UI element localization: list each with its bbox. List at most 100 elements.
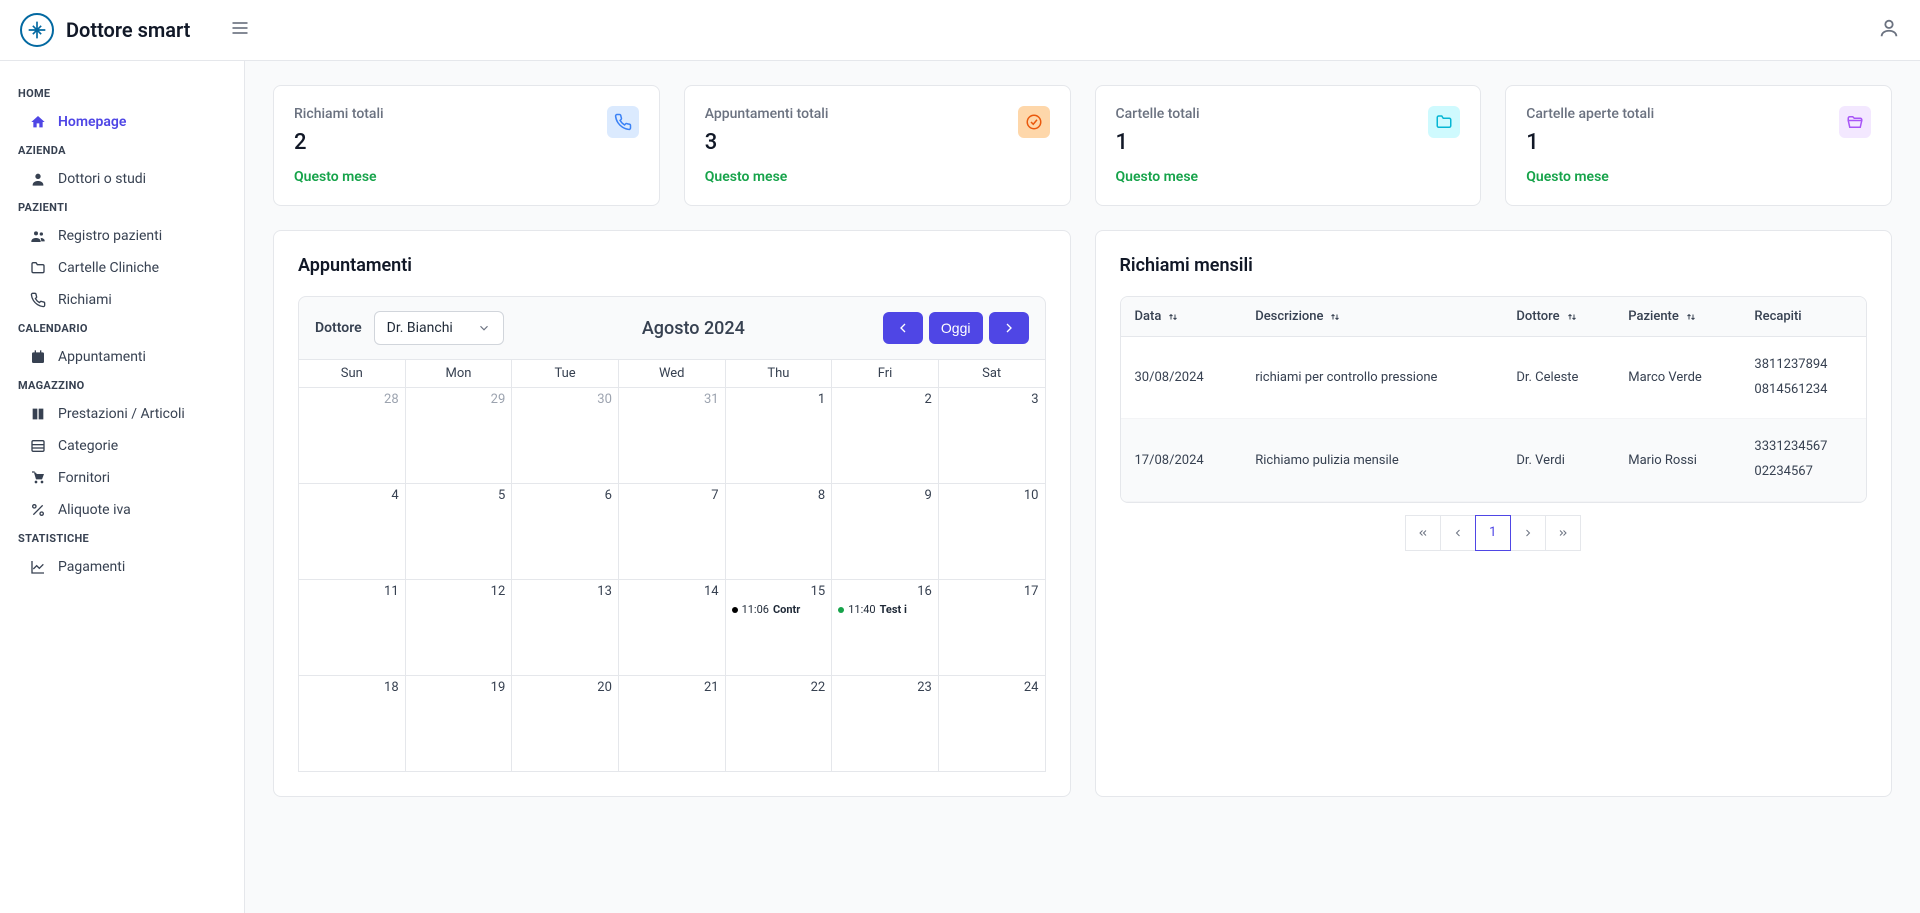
- phone-icon: [607, 106, 639, 138]
- calendar-date: 18: [305, 680, 399, 695]
- sidebar-item[interactable]: Registro pazienti: [0, 220, 244, 252]
- calendar-cell[interactable]: 1611:40 Test i: [832, 580, 939, 676]
- table-header-label: Paziente: [1628, 309, 1679, 324]
- cell-doc: Dr. Verdi: [1502, 419, 1614, 501]
- page-number-button[interactable]: 1: [1475, 515, 1511, 551]
- event-time: 11:40: [848, 603, 875, 616]
- calendar-cell[interactable]: 11: [299, 580, 406, 676]
- sidebar-item-label: Aliquote iva: [58, 502, 131, 518]
- calendar-cell[interactable]: 9: [832, 484, 939, 580]
- calendar-date: 11: [305, 584, 399, 599]
- calendar-cell[interactable]: 12: [406, 580, 513, 676]
- check-icon: [1018, 106, 1050, 138]
- event-title: Contr: [773, 603, 800, 616]
- table-header[interactable]: Descrizione: [1241, 297, 1502, 337]
- calendar-cell[interactable]: 7: [619, 484, 726, 580]
- calendar-event[interactable]: 11:06 Contr: [732, 603, 826, 616]
- calendar-cell[interactable]: 1: [726, 388, 833, 484]
- calendar-cell[interactable]: 22: [726, 676, 833, 772]
- cell-pat: Marco Verde: [1614, 337, 1740, 419]
- chevron-right-icon: [1001, 320, 1017, 336]
- calendar-date: 22: [732, 680, 826, 695]
- sidebar-section-title: PAZIENTI: [0, 195, 244, 220]
- calendar-cell[interactable]: 8: [726, 484, 833, 580]
- page-last-button[interactable]: [1545, 515, 1581, 551]
- sidebar-item-label: Prestazioni / Articoli: [58, 406, 185, 422]
- sidebar-item[interactable]: Prestazioni / Articoli: [0, 398, 244, 430]
- calendar-prev-button[interactable]: [883, 312, 923, 344]
- sort-icon: [1566, 311, 1578, 323]
- cell-desc: Richiamo pulizia mensile: [1241, 419, 1502, 501]
- sidebar-item-label: Fornitori: [58, 470, 110, 486]
- sidebar-section-title: HOME: [0, 81, 244, 106]
- calendar-cell[interactable]: 30: [512, 388, 619, 484]
- calendar-cell[interactable]: 24: [939, 676, 1046, 772]
- calendar-cell[interactable]: 2: [832, 388, 939, 484]
- appointments-title: Appuntamenti: [298, 255, 1046, 276]
- calendar-date: 19: [412, 680, 506, 695]
- menu-toggle-icon[interactable]: [230, 18, 250, 42]
- calendar-cell[interactable]: 14: [619, 580, 726, 676]
- calendar-cell[interactable]: 20: [512, 676, 619, 772]
- recalls-title: Richiami mensili: [1120, 255, 1868, 276]
- calendar-event[interactable]: 11:40 Test i: [838, 603, 932, 616]
- page-first-button[interactable]: [1405, 515, 1441, 551]
- sidebar-item[interactable]: Richiami: [0, 284, 244, 316]
- table-row: 17/08/2024 Richiamo pulizia mensile Dr. …: [1121, 419, 1867, 501]
- brand-logo-icon: [20, 13, 54, 47]
- calendar-weekday: Mon: [406, 360, 513, 388]
- calendar-cell[interactable]: 6: [512, 484, 619, 580]
- sidebar-item-label: Categorie: [58, 438, 118, 454]
- app-header: Dottore smart: [0, 0, 1920, 61]
- sidebar: HOMEHomepageAZIENDADottori o studiPAZIEN…: [0, 61, 245, 913]
- sidebar-item-label: Registro pazienti: [58, 228, 162, 244]
- chevron-left-icon: [895, 320, 911, 336]
- sidebar-item[interactable]: Categorie: [0, 430, 244, 462]
- calendar-cell[interactable]: 5: [406, 484, 513, 580]
- table-header[interactable]: Paziente: [1614, 297, 1740, 337]
- calendar-date: 5: [412, 488, 506, 503]
- calendar-cell[interactable]: 23: [832, 676, 939, 772]
- page-prev-button[interactable]: [1440, 515, 1476, 551]
- calendar-date: 9: [838, 488, 932, 503]
- calendar-weekday: Fri: [832, 360, 939, 388]
- stats-row: Richiami totali 2 Questo mese Appuntamen…: [273, 85, 1892, 206]
- sidebar-item[interactable]: Dottori o studi: [0, 163, 244, 195]
- calendar-date: 29: [412, 392, 506, 407]
- calendar-cell[interactable]: 17: [939, 580, 1046, 676]
- sidebar-item[interactable]: Fornitori: [0, 462, 244, 494]
- stat-value: 3: [705, 130, 829, 155]
- calendar-cell[interactable]: 21: [619, 676, 726, 772]
- table-header[interactable]: Dottore: [1502, 297, 1614, 337]
- stat-card: Cartelle totali 1 Questo mese: [1095, 85, 1482, 206]
- calendar-today-button[interactable]: Oggi: [929, 312, 983, 344]
- calendar-cell[interactable]: 3: [939, 388, 1046, 484]
- calendar-date: 7: [625, 488, 719, 503]
- table-header[interactable]: Data: [1121, 297, 1242, 337]
- table-row: 30/08/2024 richiami per controllo pressi…: [1121, 337, 1867, 419]
- calendar-cell[interactable]: 28: [299, 388, 406, 484]
- calendar-cell[interactable]: 31: [619, 388, 726, 484]
- calendar-cell[interactable]: 18: [299, 676, 406, 772]
- doctor-select[interactable]: Dr. Bianchi: [374, 311, 504, 345]
- calendar-cell[interactable]: 19: [406, 676, 513, 772]
- home-icon: [30, 114, 46, 130]
- calendar-cell[interactable]: 29: [406, 388, 513, 484]
- calendar-date: 8: [732, 488, 826, 503]
- folder-icon: [30, 260, 46, 276]
- sidebar-item[interactable]: Appuntamenti: [0, 341, 244, 373]
- sidebar-item[interactable]: Homepage: [0, 106, 244, 138]
- calendar-date: 21: [625, 680, 719, 695]
- calendar-next-button[interactable]: [989, 312, 1029, 344]
- calendar-cell[interactable]: 10: [939, 484, 1046, 580]
- book-icon: [30, 406, 46, 422]
- cell-contacts: 3331234567 02234567: [1740, 419, 1866, 501]
- page-next-button[interactable]: [1510, 515, 1546, 551]
- calendar-cell[interactable]: 4: [299, 484, 406, 580]
- calendar-cell[interactable]: 1511:06 Contr: [726, 580, 833, 676]
- user-menu-icon[interactable]: [1878, 17, 1900, 43]
- calendar-cell[interactable]: 13: [512, 580, 619, 676]
- sidebar-item[interactable]: Pagamenti: [0, 551, 244, 583]
- sidebar-item[interactable]: Cartelle Cliniche: [0, 252, 244, 284]
- sidebar-item[interactable]: Aliquote iva: [0, 494, 244, 526]
